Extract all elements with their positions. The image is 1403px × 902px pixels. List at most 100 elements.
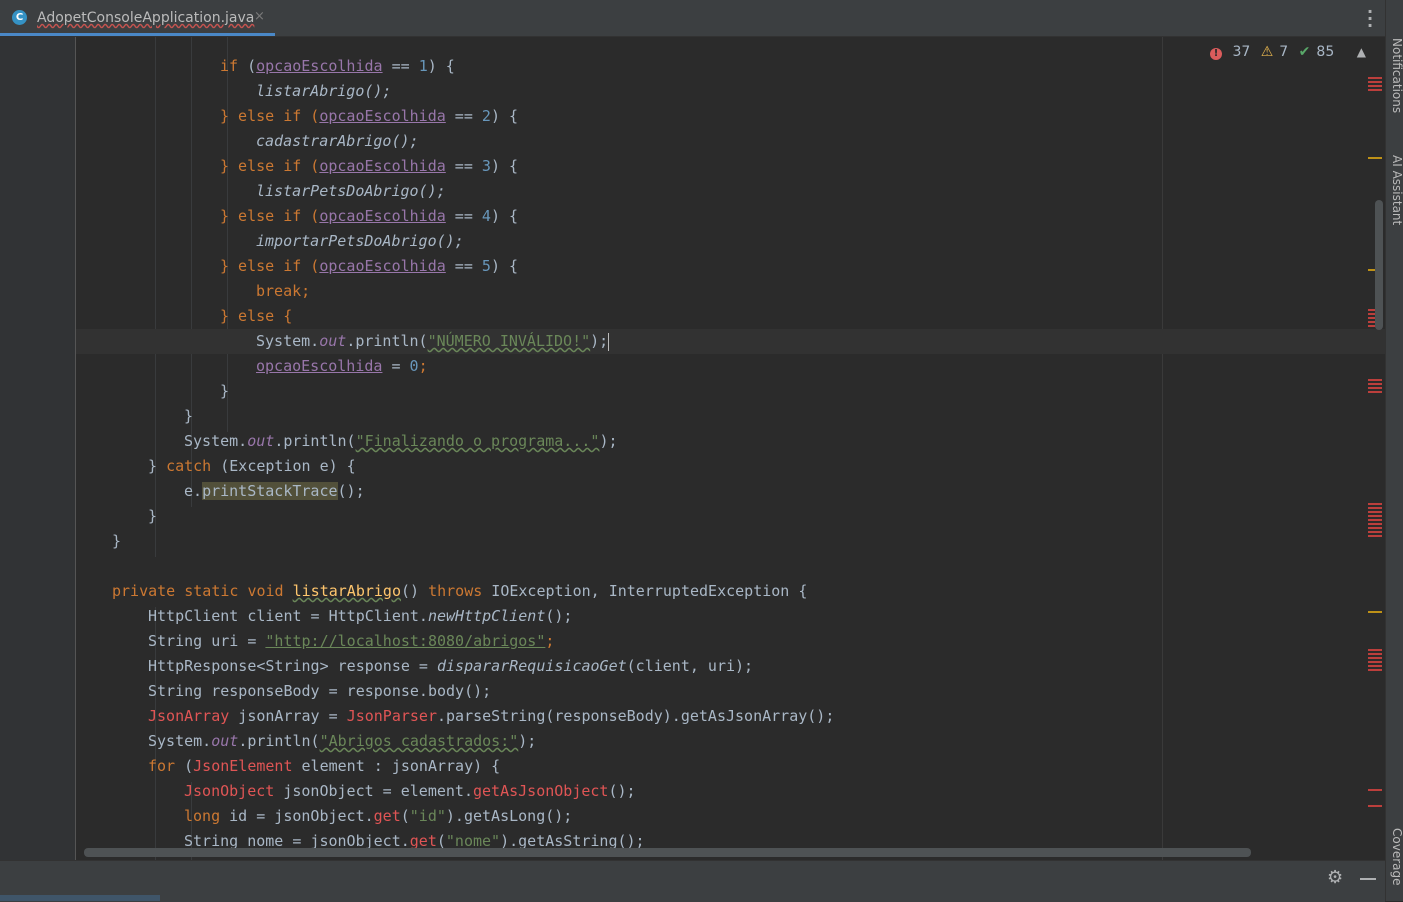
code-token: JsonParser [346,707,437,725]
code-token: HttpResponse<String> response = [148,657,437,675]
code-token: getAsJsonObject [473,782,609,800]
code-token: e. [184,482,203,500]
code-token: .println( [346,332,428,350]
code-token: throws [428,582,483,600]
code-token: opcaoEscolhida [319,257,446,275]
code-token: == [445,207,482,225]
code-line: 39 listarPetsDoAbrigo(); [76,179,1385,204]
code-token: opcaoEscolhida [256,57,383,75]
code-token: 0 [409,357,419,375]
code-token: catch [166,457,212,475]
code-token: out [247,432,275,450]
code-line: 35 listarAbrigo(); [76,79,1385,104]
code-token: ( [400,807,410,825]
code-token: } else if ( [220,107,320,125]
code-token: printStackTrace [202,482,338,500]
code-line: 61 System.out.println("Abrigos cadastrad… [76,729,1385,754]
code-token: System. [184,432,248,450]
code-token: ; [545,632,555,650]
code-token: JsonElement [193,757,293,775]
code-token: break; [256,282,311,300]
code-line: 41 importarPetsDoAbrigo(); [76,229,1385,254]
code-editor[interactable]: 33 34 if (opcaoEscolhida == 1) { 35 list… [76,37,1385,860]
code-token: listarAbrigo(); [256,82,392,100]
code-token: String uri = [148,632,266,650]
code-line: 63 JsonObject jsonObject = element.getAs… [76,779,1385,804]
code-token: ) { [490,157,519,175]
editor-tab-bar: C AdopetConsoleApplication.java × · · · [0,0,1385,37]
code-token: opcaoEscolhida [319,107,446,125]
code-token: } [148,457,167,475]
code-line: 38 } else if (opcaoEscolhida == 3) { [76,154,1385,179]
code-token: ) { [427,57,455,75]
code-token: (); [337,482,365,500]
code-token: private static void [112,582,293,600]
more-options-icon[interactable]: · · · [1363,4,1377,34]
gear-icon[interactable]: ⚙ [1327,867,1343,888]
error-icon: ! [1210,48,1222,60]
code-line: 53 } [76,529,1385,554]
code-token: HttpClient client = HttpClient. [148,607,428,625]
code-token: 2 [481,107,491,125]
coverage-tool-button[interactable]: Coverage [1390,828,1403,886]
code-line: 37 cadastrarAbrigo(); [76,129,1385,154]
line-gutter [0,37,76,860]
code-token: long [184,807,221,825]
code-line: 50 } catch (Exception e) { [76,454,1385,479]
code-line: 34 if (opcaoEscolhida == 1) { [76,54,1385,79]
code-line: 46 opcaoEscolhida = 0; [76,354,1385,379]
error-stripe[interactable] [1365,37,1385,860]
ai-assistant-tool-button[interactable]: AI Assistant [1390,155,1403,225]
code-token: } else if ( [220,207,320,225]
code-line: 62 for (JsonElement element : jsonArray)… [76,754,1385,779]
code-line: 56 HttpClient client = HttpClient.newHtt… [76,604,1385,629]
code-line: 43 break; [76,279,1385,304]
code-token: for [148,757,176,775]
code-token: element : jsonArray) { [292,757,501,775]
code-token: "Finalizando o programa..." [355,432,600,450]
code-line: 60 JsonArray jsonArray = JsonParser.pars… [76,704,1385,729]
code-line: 40 } else if (opcaoEscolhida == 4) { [76,204,1385,229]
code-token: ); [518,732,537,750]
code-token: ) { [490,107,519,125]
code-line: 64 long id = jsonObject.get("id").getAsL… [76,804,1385,829]
editor-tab[interactable]: C AdopetConsoleApplication.java × [0,0,275,36]
code-token: (); [545,607,573,625]
vertical-scrollbar-thumb[interactable] [1375,200,1383,330]
code-token: "http://localhost:8080/abrigos" [265,632,546,650]
code-token: newHttpClient [427,607,546,625]
code-token: opcaoEscolhida [319,157,446,175]
code-token: listarPetsDoAbrigo(); [256,182,446,200]
code-token: dispararRequisicaoGet [436,657,627,675]
code-token: ) { [490,257,519,275]
close-icon[interactable]: × [254,9,265,24]
notifications-tool-button[interactable]: Notifications [1390,38,1403,113]
code-line: 55 private static void listarAbrigo() th… [76,579,1385,604]
code-token: jsonObject = element. [274,782,473,800]
code-token: get [373,807,401,825]
code-line: 47 } [76,379,1385,404]
code-token: (client, uri); [626,657,754,675]
horizontal-scrollbar-thumb[interactable] [84,848,1251,857]
code-token: listarAbrigo [292,582,401,600]
tab-filename[interactable]: AdopetConsoleApplication.java [37,10,254,26]
minimize-icon[interactable] [1360,878,1376,880]
code-token: ); [590,332,609,350]
right-tool-strip: Notifications AI Assistant Coverage [1385,0,1403,901]
check-icon: ✔ [1298,44,1311,60]
code-token: = [382,357,410,375]
code-token: } else { [220,307,293,325]
code-token: System. [148,732,212,750]
code-token: id = jsonObject. [220,807,374,825]
code-line: 54 [76,554,1385,579]
code-token: if [220,57,239,75]
code-token: == [382,57,419,75]
code-token: opcaoEscolhida [256,357,383,375]
code-token: ) { [490,207,519,225]
code-line: 51 e.printStackTrace(); [76,479,1385,504]
java-class-icon: C [12,10,27,25]
code-token: } else if ( [220,157,320,175]
code-token: "Abrigos cadastrados:" [319,732,519,750]
code-line: 33 [76,37,1385,54]
code-token: jsonArray = [229,707,347,725]
